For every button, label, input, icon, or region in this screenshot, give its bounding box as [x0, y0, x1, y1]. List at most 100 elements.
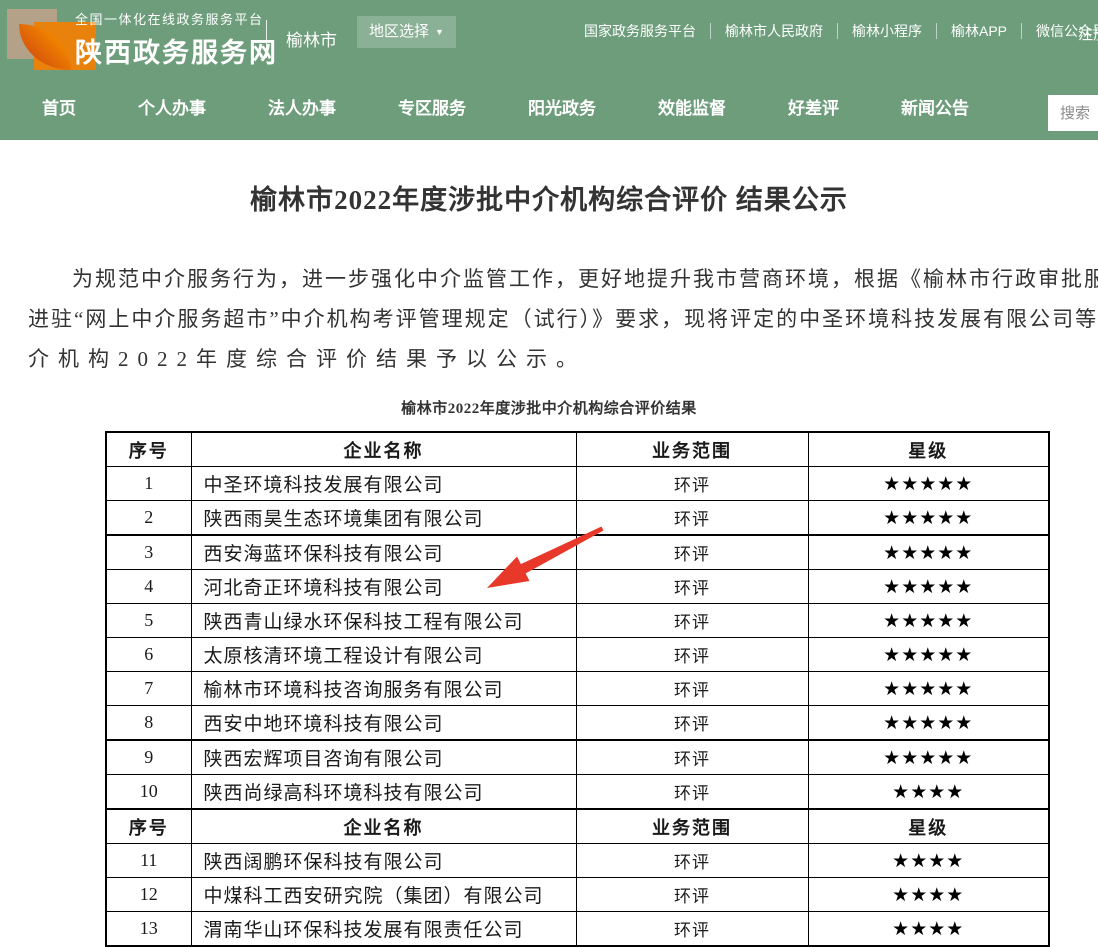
evaluation-table-1: 序号企业名称业务范围星级1中圣环境科技发展有限公司环评★★★★★2陕西雨昊生态环… — [105, 431, 1050, 810]
nav-items: 首页个人办事法人办事专区服务阳光政务效能监督 好差评 新闻公告 — [0, 78, 1098, 140]
column-header: 企业名称 — [191, 432, 576, 467]
paragraph-line: 进驻“网上中介服务超市”中介机构考评管理规定（试行）》要求，现将评定的中圣环境科… — [28, 299, 1098, 339]
table-header-row: 序号企业名称业务范围星级 — [106, 432, 1049, 467]
cell-name: 中煤科工西安研究院（集团）有限公司 — [191, 878, 576, 912]
main-nav: 首页个人办事法人办事专区服务阳光政务效能监督 好差评 新闻公告 — [0, 78, 1098, 140]
column-header: 企业名称 — [191, 809, 576, 844]
column-header: 序号 — [106, 432, 191, 467]
cell-stars: ★★★★ — [808, 844, 1049, 878]
header-link-2[interactable]: 榆林小程序 — [838, 23, 937, 39]
cell-scope: 环评 — [576, 638, 808, 672]
article-content: 榆林市2022年度涉批中介机构综合评价 结果公示 为规范中介服务行为，进一步强化… — [0, 140, 1098, 947]
cell-no: 12 — [106, 878, 191, 912]
cell-stars: ★★★★★ — [808, 672, 1049, 706]
cell-name: 陕西阔鹏环保科技有限公司 — [191, 844, 576, 878]
paragraph-line: 介机构2022年度综合评价结果予以公示。 — [28, 339, 1098, 379]
chevron-down-icon: ▼ — [435, 27, 444, 37]
column-header: 业务范围 — [576, 432, 808, 467]
table-row: 12中煤科工西安研究院（集团）有限公司环评★★★★ — [106, 878, 1049, 912]
cell-name: 陕西宏辉项目咨询有限公司 — [191, 740, 576, 775]
header-link-0[interactable]: 国家政务服务平台 — [570, 23, 711, 39]
cell-name: 渭南华山环保科技发展有限责任公司 — [191, 912, 576, 947]
search-box[interactable] — [1048, 95, 1098, 131]
cell-name: 陕西尚绿高科环境科技有限公司 — [191, 775, 576, 810]
paragraph-line: 为规范中介服务行为，进一步强化中介监管工作，更好地提升我市营商环境，根据《榆林市… — [28, 259, 1098, 299]
table-row: 3西安海蓝环保科技有限公司环评★★★★★ — [106, 535, 1049, 570]
cell-scope: 环评 — [576, 775, 808, 810]
cell-no: 3 — [106, 535, 191, 570]
cell-stars: ★★★★★ — [808, 501, 1049, 536]
site-identity: 全国一体化在线政务服务平台 陕西政务服务网 — [75, 9, 278, 70]
cell-no: 2 — [106, 501, 191, 536]
cell-stars: ★★★★★ — [808, 706, 1049, 741]
nav-item-7[interactable]: 新闻公告 — [901, 78, 969, 140]
search-input[interactable] — [1048, 95, 1098, 131]
top-bar: 全国一体化在线政务服务平台 陕西政务服务网 榆林市 地区选择▼ 国家政务服务平台… — [0, 0, 1098, 78]
cell-no: 9 — [106, 740, 191, 775]
cell-stars: ★★★★ — [808, 878, 1049, 912]
nav-item-1[interactable]: 个人办事 — [138, 78, 206, 140]
table-row: 6太原核清环境工程设计有限公司环评★★★★★ — [106, 638, 1049, 672]
announcement-paragraph: 为规范中介服务行为，进一步强化中介监管工作，更好地提升我市营商环境，根据《榆林市… — [28, 259, 1098, 379]
cell-scope: 环评 — [576, 570, 808, 604]
cell-scope: 环评 — [576, 535, 808, 570]
cell-no: 11 — [106, 844, 191, 878]
cell-no: 1 — [106, 467, 191, 501]
cell-name: 陕西青山绿水环保科技工程有限公司 — [191, 604, 576, 638]
cell-scope: 环评 — [576, 706, 808, 741]
cell-name: 榆林市环境科技咨询服务有限公司 — [191, 672, 576, 706]
cell-scope: 环评 — [576, 672, 808, 706]
cell-stars: ★★★★ — [808, 912, 1049, 947]
table-row: 9陕西宏辉项目咨询有限公司环评★★★★★ — [106, 740, 1049, 775]
cell-no: 10 — [106, 775, 191, 810]
region-selector-label: 地区选择 — [369, 23, 429, 40]
table-row: 7榆林市环境科技咨询服务有限公司环评★★★★★ — [106, 672, 1049, 706]
table-row: 1中圣环境科技发展有限公司环评★★★★★ — [106, 467, 1049, 501]
platform-label: 全国一体化在线政务服务平台 — [75, 9, 278, 28]
column-header: 星级 — [808, 809, 1049, 844]
cell-name: 西安中地环境科技有限公司 — [191, 706, 576, 741]
cell-scope: 环评 — [576, 912, 808, 947]
table-row: 11陕西阔鹏环保科技有限公司环评★★★★ — [106, 844, 1049, 878]
table-row: 2陕西雨昊生态环境集团有限公司环评★★★★★ — [106, 501, 1049, 536]
cell-scope: 环评 — [576, 740, 808, 775]
header-link-1[interactable]: 榆林市人民政府 — [711, 23, 838, 39]
register-link[interactable]: 注册 — [1078, 23, 1098, 44]
nav-item-2[interactable]: 法人办事 — [268, 78, 336, 140]
cell-stars: ★★★★★ — [808, 467, 1049, 501]
nav-item-3[interactable]: 专区服务 — [398, 78, 466, 140]
nav-item-6[interactable]: 好差评 — [788, 78, 839, 140]
cell-scope: 环评 — [576, 878, 808, 912]
cell-no: 8 — [106, 706, 191, 741]
header-divider — [266, 20, 267, 58]
site-header: 全国一体化在线政务服务平台 陕西政务服务网 榆林市 地区选择▼ 国家政务服务平台… — [0, 0, 1098, 140]
cell-name: 中圣环境科技发展有限公司 — [191, 467, 576, 501]
cell-stars: ★★★★★ — [808, 638, 1049, 672]
nav-item-5[interactable]: 效能监督 — [658, 78, 726, 140]
cell-no: 4 — [106, 570, 191, 604]
cell-scope: 环评 — [576, 604, 808, 638]
table-row: 10陕西尚绿高科环境科技有限公司环评★★★★ — [106, 775, 1049, 810]
cell-no: 6 — [106, 638, 191, 672]
evaluation-tables: 序号企业名称业务范围星级1中圣环境科技发展有限公司环评★★★★★2陕西雨昊生态环… — [105, 431, 1048, 947]
header-links: 国家政务服务平台榆林市人民政府榆林小程序榆林APP微信公众号 — [570, 23, 1098, 39]
cell-name: 河北奇正环境科技有限公司 — [191, 570, 576, 604]
cell-no: 13 — [106, 912, 191, 947]
cell-name: 陕西雨昊生态环境集团有限公司 — [191, 501, 576, 536]
column-header: 星级 — [808, 432, 1049, 467]
column-header: 业务范围 — [576, 809, 808, 844]
column-header: 序号 — [106, 809, 191, 844]
cell-no: 5 — [106, 604, 191, 638]
evaluation-table-2: 序号企业名称业务范围星级11陕西阔鹏环保科技有限公司环评★★★★12中煤科工西安… — [105, 808, 1050, 947]
cell-name: 西安海蓝环保科技有限公司 — [191, 535, 576, 570]
page-title: 榆林市2022年度涉批中介机构综合评价 结果公示 — [0, 178, 1098, 217]
cell-scope: 环评 — [576, 501, 808, 536]
table-row: 13渭南华山环保科技发展有限责任公司环评★★★★ — [106, 912, 1049, 947]
nav-item-0[interactable]: 首页 — [42, 78, 76, 140]
nav-item-4[interactable]: 阳光政务 — [528, 78, 596, 140]
header-link-3[interactable]: 榆林APP — [937, 23, 1022, 39]
region-selector-button[interactable]: 地区选择 ▼ — [357, 16, 456, 48]
table-row: 8西安中地环境科技有限公司环评★★★★★ — [106, 706, 1049, 741]
cell-scope: 环评 — [576, 844, 808, 878]
table-row: 4河北奇正环境科技有限公司环评★★★★★ — [106, 570, 1049, 604]
